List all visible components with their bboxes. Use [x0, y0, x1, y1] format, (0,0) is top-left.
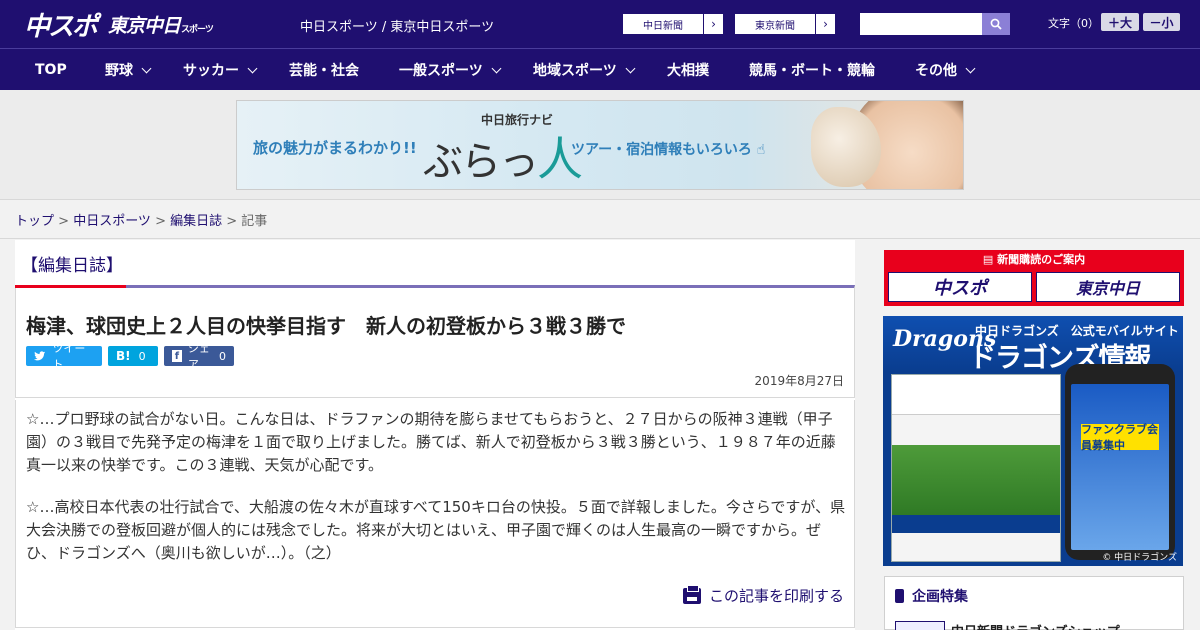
breadcrumb-current: 記事: [241, 214, 268, 229]
font-smaller-button[interactable]: －小: [1143, 13, 1180, 31]
breadcrumb-site[interactable]: 中日スポーツ: [73, 214, 151, 229]
article-date: 2019年8月27日: [754, 374, 844, 388]
pointing-hand-icon: ☝: [756, 142, 766, 158]
subscribe-tokyo-chunichi[interactable]: 東京中日: [1036, 272, 1180, 302]
special-features-box: 企画特集 中日新聞ドラゴンズショップ: [884, 576, 1184, 630]
nav-other[interactable]: その他: [915, 49, 976, 91]
special-item-dragons-shop[interactable]: 中日新聞ドラゴンズショップ: [951, 621, 1120, 630]
main-content: 【編集日誌】 梅津、球団史上２人目の快挙目指す 新人の初登板から３戦３勝で ツイ…: [15, 240, 855, 630]
nav-racing[interactable]: 競馬・ボート・競輪: [749, 49, 875, 91]
nav-entertainment[interactable]: 芸能・社会: [289, 49, 359, 91]
banner-right-copy: ツアー・宿泊情報もいろいろ ☝: [571, 142, 766, 158]
chevron-down-icon: [625, 63, 636, 73]
top-header: 中スポ 東京中日スポーツ 中日スポーツ / 東京中日スポーツ 中日新聞 › 東京…: [0, 0, 1200, 48]
chevron-down-icon: [491, 63, 502, 73]
chevron-down-icon: [247, 63, 258, 73]
baseball-field-image: [892, 445, 1060, 515]
travel-banner-ad[interactable]: 旅の魅力がまるわかり!! 中日旅行ナビ ぶらっ人 ツアー・宿泊情報もいろいろ ☝: [236, 100, 964, 190]
nav-local-sports[interactable]: 地域スポーツ: [533, 49, 636, 91]
article-header: 梅津、球団史上２人目の快挙目指す 新人の初登板から３戦３勝で ツイート B! 0…: [15, 285, 855, 398]
smartphone-image: ファンクラブ会員募集中: [1065, 364, 1175, 560]
search-input[interactable]: [860, 13, 982, 35]
facebook-share-button[interactable]: f シェア 0: [164, 342, 234, 371]
nav-top[interactable]: TOP: [35, 49, 67, 91]
nav-general-sports[interactable]: 一般スポーツ: [399, 49, 502, 91]
chunichi-shinbun-button[interactable]: 中日新聞 ›: [622, 13, 724, 35]
breadcrumb-category[interactable]: 編集日誌: [170, 214, 222, 229]
chevron-right-icon: ›: [703, 14, 723, 34]
divider: [0, 238, 1200, 239]
hatena-bookmark-button[interactable]: B! 0: [108, 346, 158, 366]
twitter-icon: [34, 351, 46, 361]
search-button[interactable]: [982, 13, 1010, 35]
logo-tokyo-chunichi: 東京中日スポーツ: [108, 14, 214, 37]
subscribe-ad[interactable]: ▤ 新聞購読のご案内 中スポ 東京中日: [884, 250, 1184, 306]
article-headline: 梅津、球団史上２人目の快挙目指す 新人の初登板から３戦３勝で: [26, 314, 626, 338]
subscribe-chusup[interactable]: 中スポ: [888, 272, 1032, 302]
hatena-icon: B!: [116, 349, 131, 363]
fanclub-badge: ファンクラブ会員募集中: [1081, 423, 1159, 452]
font-bigger-button[interactable]: ＋大: [1101, 13, 1139, 31]
breadcrumb-home[interactable]: トップ: [15, 214, 54, 229]
shop-thumbnail[interactable]: [895, 621, 945, 630]
breadcrumb: トップ > 中日スポーツ > 編集日誌 > 記事: [15, 214, 268, 229]
site-logo[interactable]: 中スポ 東京中日スポーツ: [24, 8, 214, 42]
section-underline-red: [15, 285, 126, 288]
newspaper-icon: ▤: [982, 253, 994, 266]
search-icon: [990, 18, 1002, 30]
font-size-label: 文字（0）: [1048, 17, 1099, 30]
scoreboard: [892, 375, 1060, 415]
chevron-down-icon: [965, 63, 976, 73]
subscribe-header: ▤ 新聞購読のご案内: [982, 253, 1086, 266]
banner-logo: ぶらっ人: [423, 132, 583, 186]
chevron-right-icon: ›: [815, 14, 835, 34]
banner-left-copy: 旅の魅力がまるわかり!!: [253, 139, 417, 157]
facebook-icon: f: [172, 350, 182, 362]
main-nav: TOP 野球 サッカー 芸能・社会 一般スポーツ 地域スポーツ 大相撲 競馬・ボ…: [0, 48, 1200, 90]
site-links[interactable]: 中日スポーツ / 東京中日スポーツ: [300, 16, 494, 35]
scoreboard-screenshot: [891, 374, 1061, 562]
printer-icon: [682, 584, 701, 604]
bookmark-icon: [895, 589, 904, 603]
chevron-down-icon: [141, 63, 152, 73]
nav-sumo[interactable]: 大相撲: [667, 49, 709, 91]
print-article-link[interactable]: この記事を印刷する: [682, 584, 844, 606]
special-features-title: 企画特集: [895, 586, 968, 606]
article-body: ☆…プロ野球の試合がない日。こんな日は、ドラファンの期待を膨らませてもらおうと、…: [15, 400, 855, 628]
article-paragraph: ☆…プロ野球の試合がない日。こんな日は、ドラファンの期待を膨らませてもらおうと、…: [26, 410, 836, 474]
dragons-mobile-ad[interactable]: Dragons 中日ドラゴンズ 公式モバイルサイト ドラゴンズ情報 ファンクラブ…: [883, 316, 1183, 566]
article-paragraph: ☆…高校日本代表の壮行試合で、大船渡の佐々木が直球すべて150キロ台の快投。５面…: [26, 498, 846, 562]
tweet-button[interactable]: ツイート: [26, 342, 102, 371]
section-title: 【編集日誌】: [21, 256, 123, 276]
logo-chusup: 中スポ: [24, 11, 98, 42]
menu-bar: [892, 515, 1060, 533]
nav-soccer[interactable]: サッカー: [183, 49, 258, 91]
nav-baseball[interactable]: 野球: [105, 49, 152, 91]
banner-area: 旅の魅力がまるわかり!! 中日旅行ナビ ぶらっ人 ツアー・宿泊情報もいろいろ ☝: [0, 90, 1200, 200]
dragons-copyright: © 中日ドラゴンズ: [1102, 553, 1177, 563]
tokyo-shinbun-button[interactable]: 東京新聞 ›: [734, 13, 836, 35]
